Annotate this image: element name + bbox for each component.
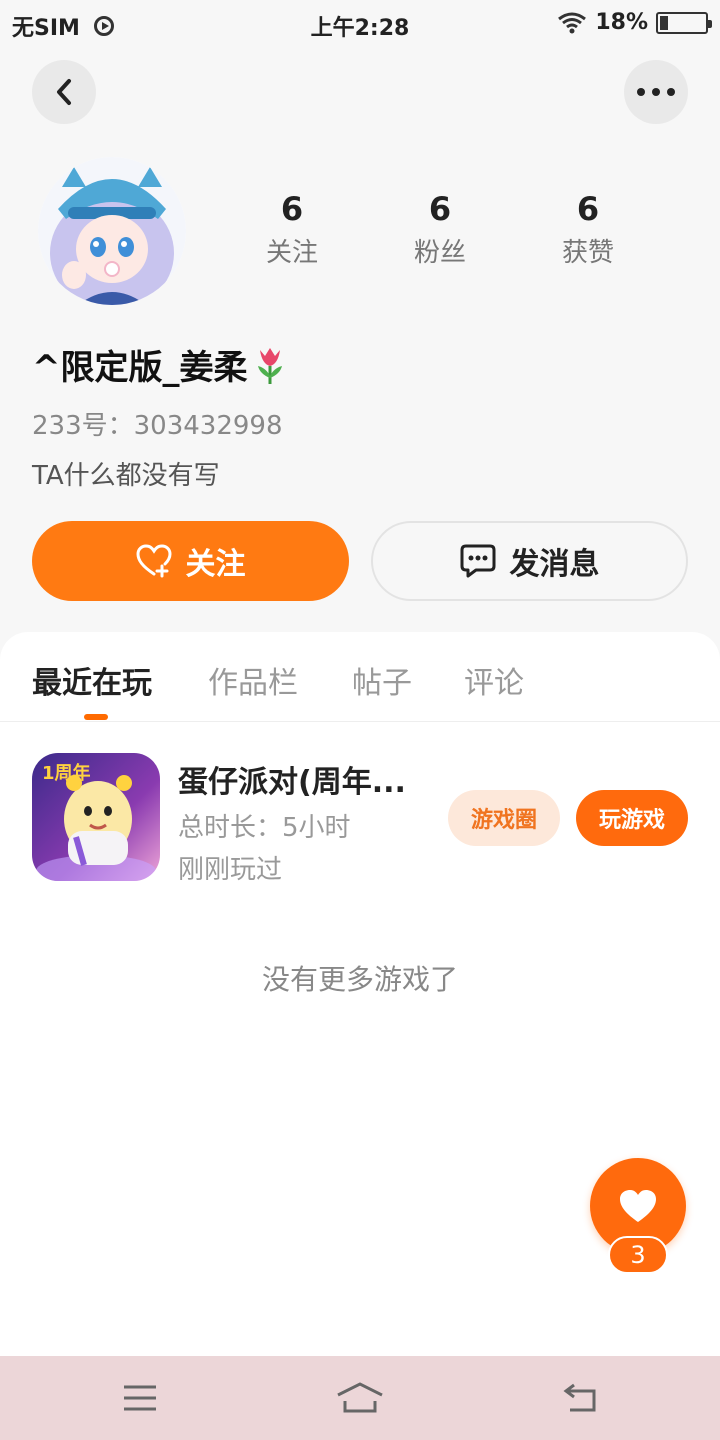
menu-icon bbox=[124, 1385, 156, 1411]
more-dots-icon bbox=[637, 88, 675, 96]
tab-works[interactable]: 作品栏 bbox=[208, 658, 298, 702]
nav-home-button[interactable] bbox=[330, 1374, 390, 1422]
status-bar: 无SIM 上午2:28 18% bbox=[0, 0, 720, 50]
game-icon-badge: 1周年 bbox=[42, 762, 91, 784]
user-bio: TA什么都没有写 bbox=[32, 461, 220, 491]
battery-level bbox=[660, 15, 668, 30]
stat-likes-label: 获赞 bbox=[561, 238, 614, 268]
tab-bar: 最近在玩 作品栏 帖子 评论 bbox=[0, 632, 720, 722]
tulip-icon bbox=[257, 347, 282, 384]
stat-likes-count: 6 bbox=[576, 190, 600, 228]
egg-party-game-icon: 1周年 bbox=[32, 753, 160, 881]
game-title: 蛋仔派对(周年... bbox=[178, 765, 406, 800]
status-right: 18% bbox=[557, 10, 712, 35]
anime-avatar-image bbox=[38, 157, 186, 305]
tab-recent-play[interactable]: 最近在玩 bbox=[32, 658, 152, 702]
stat-likes[interactable]: 6 获赞 bbox=[528, 190, 648, 269]
more-button[interactable] bbox=[624, 60, 688, 124]
game-circle-button[interactable]: 游戏圈 bbox=[448, 790, 560, 846]
wifi-icon bbox=[558, 12, 587, 33]
username-text: ^限定版_姜柔 bbox=[32, 348, 248, 388]
tab-posts[interactable]: 帖子 bbox=[352, 658, 412, 702]
nav-menu-button[interactable] bbox=[110, 1374, 170, 1422]
battery-text: 18% bbox=[595, 10, 648, 35]
heart-plus-icon bbox=[135, 544, 172, 578]
game-playtime: 总时长：5小时 bbox=[178, 813, 351, 843]
nav-back-button[interactable] bbox=[550, 1374, 610, 1422]
play-game-button[interactable]: 玩游戏 bbox=[576, 790, 688, 846]
username: ^限定版_姜柔 bbox=[32, 340, 288, 389]
chat-bubble-icon bbox=[460, 544, 495, 578]
game-list-item[interactable]: 1周年 蛋仔派对(周年... 总时长：5小时 刚刚玩过 游戏圈 玩游戏 bbox=[32, 753, 688, 885]
message-label: 发消息 bbox=[509, 547, 600, 582]
message-button[interactable]: 发消息 bbox=[371, 521, 688, 601]
stat-following-count: 6 bbox=[280, 190, 304, 228]
chevron-left-icon bbox=[57, 79, 71, 105]
heart-icon bbox=[620, 1190, 656, 1222]
stat-fans[interactable]: 6 粉丝 bbox=[380, 190, 500, 269]
game-icon[interactable]: 1周年 bbox=[32, 753, 160, 881]
system-nav-bar bbox=[0, 1356, 720, 1440]
tab-comments[interactable]: 评论 bbox=[464, 658, 524, 702]
battery-icon bbox=[656, 11, 712, 34]
tab-active-indicator bbox=[84, 714, 108, 720]
stat-fans-label: 粉丝 bbox=[413, 238, 466, 268]
empty-state-text: 没有更多游戏了 bbox=[261, 963, 458, 996]
follow-label: 关注 bbox=[185, 547, 246, 582]
like-count-badge: 3 bbox=[608, 1236, 668, 1274]
back-button[interactable] bbox=[32, 60, 96, 124]
return-arrow-icon bbox=[563, 1383, 596, 1412]
user-id: 233号：303432998 bbox=[32, 411, 283, 441]
stat-fans-count: 6 bbox=[428, 190, 452, 228]
game-last-played: 刚刚玩过 bbox=[178, 855, 283, 885]
avatar[interactable] bbox=[38, 157, 186, 305]
follow-button[interactable]: 关注 bbox=[32, 521, 349, 601]
stat-following-label: 关注 bbox=[265, 238, 318, 268]
home-icon bbox=[337, 1382, 383, 1413]
stat-following[interactable]: 6 关注 bbox=[232, 190, 352, 269]
